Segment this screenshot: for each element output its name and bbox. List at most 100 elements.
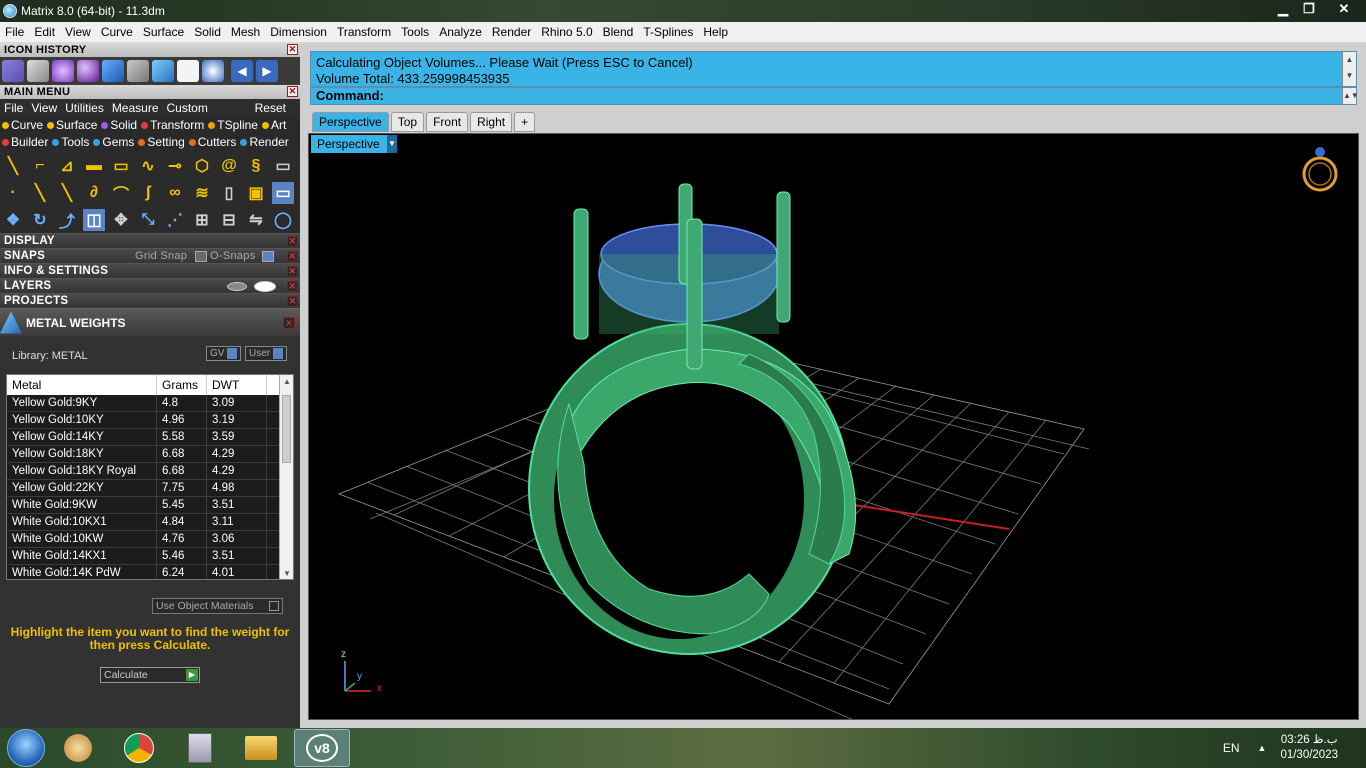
clock[interactable]: 03:26 ب.ظ 01/30/2023 (1280, 733, 1338, 763)
menu-analyze[interactable]: Analyze (434, 25, 487, 39)
display-close-button[interactable]: ✕ (287, 236, 298, 247)
scroll-down-icon[interactable]: ▼ (280, 567, 293, 579)
menu-view[interactable]: View (60, 25, 96, 39)
table-row[interactable]: Yellow Gold:14KY 5.58 3.59 (7, 428, 293, 446)
menu-blend[interactable]: Blend (598, 25, 639, 39)
scale-icon[interactable]: ⤡ (137, 209, 159, 231)
metal-table-scrollbar[interactable]: ▲ ▼ (279, 375, 293, 579)
loop-curve-icon[interactable]: ∂ (83, 182, 105, 204)
matrix-taskbar-item[interactable]: v8 (294, 729, 350, 767)
bend-curve-icon[interactable]: ʃ (137, 182, 159, 204)
main-menu-close-button[interactable]: ✕ (287, 86, 298, 97)
tab-gems[interactable]: Gems (91, 135, 134, 149)
column-grams[interactable]: Grams (157, 375, 207, 395)
menu-tsplines[interactable]: T-Splines (638, 25, 698, 39)
array-icon[interactable]: ⋰ (164, 209, 186, 231)
ring-gumball-icon[interactable] (1300, 144, 1340, 194)
menu-tools[interactable]: Tools (396, 25, 434, 39)
menu-curve[interactable]: Curve (96, 25, 138, 39)
document-icon[interactable] (177, 60, 199, 82)
menu-dimension[interactable]: Dimension (265, 25, 332, 39)
gv-toggle[interactable]: GV (206, 346, 242, 361)
tab-solid[interactable]: Solid (99, 118, 137, 132)
command-scrollbar[interactable]: ▲▼ (1342, 88, 1359, 104)
tab-transform[interactable]: Transform (139, 118, 204, 132)
metal-weights-close-button[interactable]: ✕ (283, 317, 295, 329)
menu-solid[interactable]: Solid (189, 25, 226, 39)
column-dwt[interactable]: DWT (207, 375, 267, 395)
blocks-icon[interactable]: ❖ (2, 209, 24, 231)
angle-line-icon[interactable]: ⊿ (56, 155, 78, 177)
box-icon[interactable] (127, 60, 149, 82)
grid-snap-checkbox[interactable] (195, 251, 207, 262)
tab-setting[interactable]: Setting (136, 135, 185, 149)
maximize-button[interactable]: ❐ (1296, 0, 1322, 20)
freeform-curve-icon[interactable]: ∿ (137, 155, 159, 177)
user-toggle[interactable]: User (245, 346, 287, 361)
table-row[interactable]: White Gold:10KW 4.76 3.06 (7, 530, 293, 548)
tab-art[interactable]: Art (260, 118, 286, 132)
chrome-taskbar-item[interactable] (111, 729, 167, 767)
back-arrow-icon[interactable]: ◀ (231, 60, 253, 82)
point-tool-icon[interactable]: · (2, 182, 24, 204)
table-row[interactable]: Yellow Gold:9KY 4.8 3.09 (7, 394, 293, 412)
menu-transform[interactable]: Transform (332, 25, 396, 39)
table-row[interactable]: White Gold:14K PdW 6.24 4.01 (7, 564, 293, 579)
explorer-taskbar-item[interactable] (233, 729, 289, 767)
table-row[interactable]: Yellow Gold:10KY 4.96 3.19 (7, 411, 293, 429)
main-menu-custom[interactable]: Custom (163, 101, 212, 115)
molecule-icon[interactable] (2, 60, 24, 82)
sphere-icon[interactable] (77, 60, 99, 82)
ungroup-icon[interactable]: ⊟ (218, 209, 240, 231)
snaps-close-button[interactable]: ✕ (287, 251, 298, 262)
o-snaps-checkbox[interactable] (262, 251, 274, 262)
icon-history-close-button[interactable]: ✕ (287, 44, 298, 55)
scroll-thumb[interactable] (282, 395, 291, 463)
scale-curve-icon[interactable]: ⤴ (56, 209, 78, 231)
main-menu-reset[interactable]: Reset (251, 101, 300, 115)
perspective-viewport[interactable]: Perspective ▼ z y x (308, 133, 1359, 720)
paint-taskbar-item[interactable] (50, 729, 106, 767)
menu-file[interactable]: File (0, 25, 29, 39)
table-row[interactable]: White Gold:10KX1 4.84 3.11 (7, 513, 293, 531)
tab-front[interactable]: Front (426, 112, 469, 132)
table-row[interactable]: Yellow Gold:18KY 6.68 4.29 (7, 445, 293, 463)
gem-icon[interactable] (152, 60, 174, 82)
menu-help[interactable]: Help (698, 25, 733, 39)
tab-curve[interactable]: Curve (0, 118, 43, 132)
layers-close-button[interactable]: ✕ (287, 281, 298, 292)
main-menu-measure[interactable]: Measure (108, 101, 163, 115)
frame-icon[interactable]: ▣ (245, 182, 267, 204)
eye-icon[interactable] (254, 281, 276, 292)
main-menu-file[interactable]: File (0, 101, 27, 115)
layer-toggle-icon[interactable] (227, 282, 247, 291)
table-row[interactable]: Yellow Gold:22KY 7.75 4.98 (7, 479, 293, 497)
record-icon[interactable] (202, 60, 224, 82)
menu-edit[interactable]: Edit (29, 25, 60, 39)
panel-icon[interactable] (27, 60, 49, 82)
tab-surface[interactable]: Surface (45, 118, 97, 132)
start-button[interactable] (7, 729, 45, 767)
use-object-materials-checkbox[interactable] (269, 601, 279, 611)
flip-icon[interactable]: ⇋ (245, 209, 267, 231)
calculator-taskbar-item[interactable] (172, 729, 228, 767)
tab-tools[interactable]: Tools (50, 135, 89, 149)
spheres-icon[interactable] (52, 60, 74, 82)
menu-mesh[interactable]: Mesh (226, 25, 265, 39)
tab-right[interactable]: Right (470, 112, 513, 132)
toggle-b-icon[interactable]: ▭ (272, 181, 294, 204)
add-viewport-tab-button[interactable]: + (514, 112, 536, 132)
surface-curve-icon[interactable]: ▬ (83, 155, 105, 177)
scroll-up-icon[interactable]: ▲ (280, 375, 293, 389)
tab-cutters[interactable]: Cutters (187, 135, 236, 149)
tab-top[interactable]: Top (390, 112, 425, 132)
gv-checkbox[interactable] (227, 347, 238, 359)
command-history-scrollbar[interactable]: ▲ ▼ (1342, 52, 1356, 86)
language-indicator[interactable]: EN (1223, 741, 1240, 755)
diagonal-line-2-icon[interactable]: ╲ (56, 182, 78, 204)
user-checkbox[interactable] (272, 347, 283, 359)
ring-circle-icon[interactable]: ◯ (272, 209, 294, 231)
rebuild-curve-icon[interactable]: ▭ (110, 155, 132, 177)
arc-icon[interactable]: ⌒ (110, 182, 132, 204)
spiral-icon[interactable]: @ (218, 155, 240, 177)
